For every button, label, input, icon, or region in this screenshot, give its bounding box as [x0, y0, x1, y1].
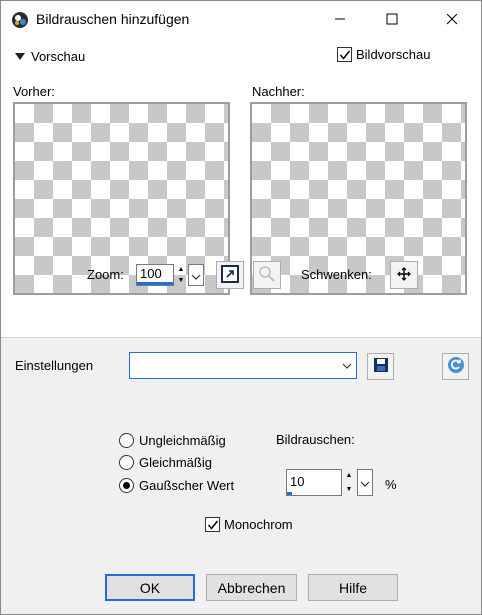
radio-even-label: Gleichmäßig	[139, 455, 212, 470]
zoom-focus-underline	[137, 282, 173, 285]
reset-button[interactable]	[442, 353, 469, 380]
pan-button[interactable]	[390, 261, 418, 289]
noise-unit: %	[385, 477, 397, 492]
spin-down-icon: ▼	[177, 277, 185, 284]
noise-label: Bildrauschen:	[276, 432, 355, 447]
monochrome-label: Monochrom	[224, 517, 293, 532]
maximize-button[interactable]	[369, 1, 415, 39]
checkbox-box	[205, 517, 220, 532]
dialog-window: Bildrauschen hinzufügen Vorschau Bildvor…	[0, 0, 482, 615]
radio-circle	[119, 433, 134, 448]
pan-label: Schwenken:	[301, 267, 372, 282]
settings-label: Einstellungen	[15, 358, 94, 373]
radio-circle-selected	[119, 478, 134, 493]
zoom-spinner[interactable]: ▲ ▼	[174, 264, 188, 286]
minimize-icon	[334, 13, 346, 28]
after-label: Nachher:	[252, 84, 305, 99]
noise-dropdown-button[interactable]	[357, 469, 373, 496]
preview-section: Vorschau Bildvorschau Vorher: Nachher: Z…	[1, 39, 481, 337]
chevron-down-icon	[338, 353, 356, 378]
maximize-icon	[386, 13, 398, 28]
save-preset-button[interactable]	[367, 353, 394, 380]
monochrome-checkbox[interactable]: Monochrom	[205, 517, 293, 532]
app-icon	[11, 11, 29, 29]
fit-to-window-icon	[221, 264, 239, 286]
settings-combobox[interactable]	[129, 352, 357, 379]
radio-gaussian[interactable]: Gaußscher Wert	[119, 478, 234, 493]
save-preset-icon	[373, 357, 389, 376]
zoom-label: Zoom:	[87, 267, 124, 282]
ok-button[interactable]: OK	[105, 574, 195, 601]
window-title: Bildrauschen hinzufügen	[36, 11, 190, 27]
spin-up-icon: ▲	[345, 472, 353, 480]
help-button[interactable]: Hilfe	[308, 574, 398, 601]
zoom-to-actual-button[interactable]	[253, 261, 281, 289]
radio-even[interactable]: Gleichmäßig	[119, 455, 212, 470]
zoom-field[interactable]: 100	[136, 264, 174, 286]
spin-down-icon: ▼	[345, 485, 353, 493]
close-button[interactable]	[429, 1, 475, 39]
fit-to-window-button[interactable]	[216, 261, 244, 289]
image-preview-label: Bildvorschau	[356, 47, 431, 62]
reset-icon	[447, 356, 465, 377]
noise-value: 10	[290, 474, 305, 489]
title-bar: Bildrauschen hinzufügen	[1, 1, 481, 39]
close-icon	[446, 13, 458, 28]
zoom-dropdown-button[interactable]	[188, 264, 204, 286]
section-divider	[1, 337, 481, 338]
collapse-triangle-icon	[15, 53, 25, 60]
image-preview-checkbox[interactable]: Bildvorschau	[337, 47, 430, 62]
preview-toggle[interactable]: Vorschau	[15, 49, 85, 64]
cancel-button[interactable]: Abbrechen	[206, 574, 297, 601]
minimize-button[interactable]	[317, 1, 363, 39]
radio-circle	[119, 455, 134, 470]
zoom-value: 100	[140, 266, 162, 281]
noise-spinner[interactable]: ▲ ▼	[342, 469, 356, 496]
checkbox-box	[337, 47, 352, 62]
pan-icon	[397, 266, 411, 284]
noise-field[interactable]: 10	[286, 469, 342, 496]
spin-up-icon: ▲	[177, 266, 185, 273]
radio-dot	[123, 482, 130, 489]
radio-uneven-label: Ungleichmäßig	[139, 433, 226, 448]
zoom-to-actual-icon	[258, 265, 276, 286]
noise-level-underline	[287, 492, 293, 495]
preview-toggle-label: Vorschau	[31, 49, 86, 64]
chevron-down-icon	[360, 475, 370, 490]
before-label: Vorher:	[13, 84, 55, 99]
radio-uneven[interactable]: Ungleichmäßig	[119, 433, 226, 448]
radio-gaussian-label: Gaußscher Wert	[139, 478, 235, 493]
chevron-down-icon	[191, 268, 201, 283]
